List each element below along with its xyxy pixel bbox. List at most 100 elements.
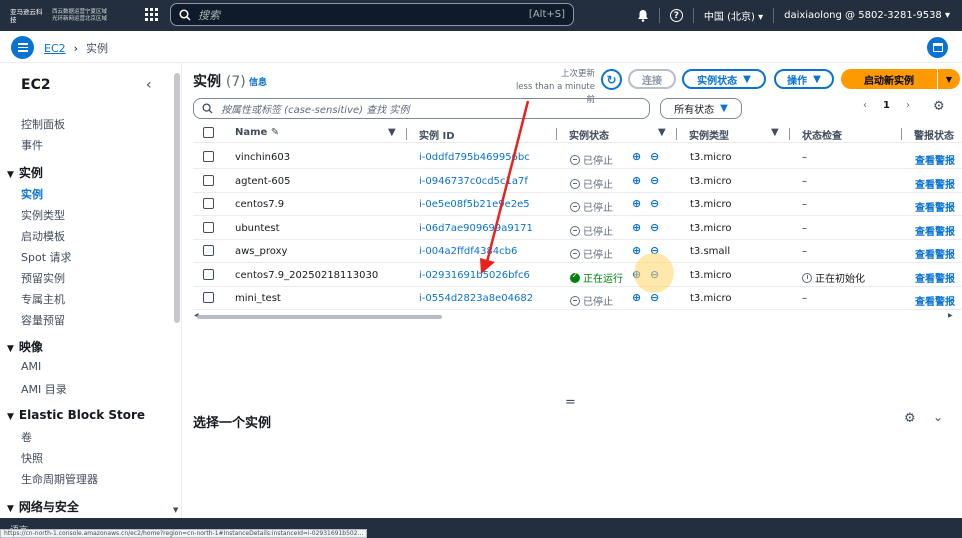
split-panel-handle[interactable]: = xyxy=(565,395,576,410)
sidebar-item[interactable]: 卷 xyxy=(21,429,32,445)
actions-dropdown[interactable]: 操作 ▼ xyxy=(774,69,834,89)
sidebar-item[interactable]: 实例类型 xyxy=(21,207,65,223)
sidebar-item[interactable]: 专属主机 xyxy=(21,291,65,307)
sidebar-section[interactable]: ▼ 映像 xyxy=(7,338,43,355)
table-row[interactable]: aws_proxy i-004a2ffdf4384cb6 已停止 ⊕ ⊖ t3.small… xyxy=(193,240,962,263)
view-alarm-link[interactable]: 查看警报 xyxy=(915,270,955,285)
zoom-out-icon[interactable]: ⊖ xyxy=(650,174,659,187)
bell-icon[interactable] xyxy=(637,9,649,22)
row-checkbox[interactable] xyxy=(203,151,214,162)
breadcrumb-ec2-link[interactable]: EC2 xyxy=(44,42,66,55)
sort-icon[interactable]: ▼ xyxy=(388,127,396,138)
help-icon[interactable]: ? xyxy=(669,9,683,22)
view-alarm-link[interactable]: 查看警报 xyxy=(915,246,955,261)
row-checkbox[interactable] xyxy=(203,174,214,186)
sidebar-item[interactable]: 预留实例 xyxy=(21,270,65,286)
column-header-instance-type[interactable]: 实例类型 xyxy=(689,127,729,142)
sidebar-item[interactable]: 实例 xyxy=(21,186,43,202)
select-all-checkbox[interactable] xyxy=(203,127,214,138)
zoom-out-icon[interactable]: ⊖ xyxy=(650,221,659,234)
table-row[interactable]: centos7.9 i-0e5e08f5b21e9e2e5 已停止 ⊕ ⊖ t3.micr… xyxy=(193,193,962,216)
logo-regions: 西云数据运营宁夏区域 光环新网运营北京区域 xyxy=(52,9,107,23)
zoom-in-icon[interactable]: ⊕ xyxy=(632,197,641,210)
sidebar-item[interactable]: 容量预留 xyxy=(21,312,65,328)
table-row[interactable]: vinchin603 i-0ddfd795b469956bc 已停止 ⊕ ⊖ t3.mic… xyxy=(193,146,962,169)
instance-id-link[interactable]: i-0554d2823a8e04682 xyxy=(419,293,533,304)
view-alarm-link[interactable]: 查看警报 xyxy=(915,176,955,191)
column-divider[interactable] xyxy=(556,128,557,140)
logo-line-2: 光环新网运营北京区域 xyxy=(52,16,108,22)
zoom-in-icon[interactable]: ⊕ xyxy=(632,291,641,304)
zoom-in-icon[interactable]: ⊕ xyxy=(632,244,641,257)
state-filter-select[interactable]: 所有状态 ▼ xyxy=(660,98,742,119)
column-divider[interactable] xyxy=(676,128,677,140)
prev-page-icon[interactable]: ‹ xyxy=(863,100,867,111)
column-divider[interactable] xyxy=(406,128,407,140)
table-row[interactable]: centos7.9_20250218113030 i-02931691b5026b… xyxy=(193,264,962,287)
column-header-instance-id[interactable]: 实例 ID xyxy=(419,127,455,142)
table-settings-icon[interactable]: ⚙ xyxy=(933,99,945,114)
row-checkbox[interactable] xyxy=(203,221,214,233)
connect-button[interactable]: 连接 xyxy=(628,69,676,89)
column-divider[interactable] xyxy=(901,128,902,140)
view-alarm-link[interactable]: 查看警报 xyxy=(915,199,955,214)
sidebar-close-icon[interactable]: ‹ xyxy=(146,77,152,93)
row-checkbox[interactable] xyxy=(203,268,214,280)
sort-icon[interactable]: ▼ xyxy=(658,127,666,138)
info-link[interactable]: 信息 xyxy=(249,75,267,88)
refresh-button[interactable]: ↻ xyxy=(601,69,622,90)
launch-instance-button[interactable]: 启动新实例 xyxy=(841,69,937,89)
sidebar-section[interactable]: ▼ Elastic Block Store xyxy=(7,408,145,422)
tools-panel-button[interactable] xyxy=(927,37,948,58)
instance-name: aws_proxy xyxy=(235,246,288,257)
sidebar-item[interactable]: Spot 请求 xyxy=(21,249,72,265)
sidebar-item[interactable]: AMI xyxy=(21,360,41,373)
services-grid-icon[interactable] xyxy=(145,8,158,21)
table-row[interactable]: ubuntest i-06d7ae909699a9171 已停止 ⊕ ⊖ t3.micro… xyxy=(193,217,962,240)
row-checkbox[interactable] xyxy=(203,198,214,209)
zoom-in-icon[interactable]: ⊕ xyxy=(632,174,641,187)
column-header-name[interactable]: Name ✎ xyxy=(235,127,279,138)
side-menu-toggle-button[interactable] xyxy=(11,36,34,59)
view-alarm-link[interactable]: 查看警报 xyxy=(915,293,955,308)
detail-settings-icon[interactable]: ⚙ xyxy=(904,411,916,426)
view-alarm-link[interactable]: 查看警报 xyxy=(915,152,955,167)
table-horizontal-scrollbar[interactable] xyxy=(197,315,442,319)
instance-filter-input[interactable]: 按属性或标签 (case-sensitive) 查找 实例 xyxy=(193,98,650,119)
row-checkbox[interactable] xyxy=(203,292,214,303)
zoom-out-icon[interactable]: ⊖ xyxy=(650,197,659,210)
sidebar-section[interactable]: ▼ 网络与安全 xyxy=(7,498,79,515)
column-header-status-check[interactable]: 状态检查 xyxy=(802,127,842,142)
global-search-input[interactable]: 搜索 [Alt+S] xyxy=(170,3,574,26)
view-alarm-link[interactable]: 查看警报 xyxy=(915,223,955,238)
sidebar-section[interactable]: ▼ 实例 xyxy=(7,164,43,181)
column-divider[interactable] xyxy=(789,128,790,140)
region-selector[interactable]: 中国 (北京) ▾ xyxy=(704,8,763,23)
sidebar-item[interactable]: 控制面板 xyxy=(21,116,65,132)
sort-icon[interactable]: ▼ xyxy=(771,127,779,138)
aws-logo[interactable]: 亚马逊云科技 西云数据运营宁夏区域 光环新网运营北京区域 xyxy=(10,6,134,26)
instance-state-dropdown[interactable]: 实例状态 ▼ xyxy=(682,69,766,89)
row-checkbox[interactable] xyxy=(203,245,214,256)
table-row[interactable]: mini_test i-0554d2823a8e04682 已停止 ⊕ ⊖ t3.micr… xyxy=(193,287,962,310)
scroll-right-icon[interactable]: ▶ xyxy=(948,312,953,319)
next-page-icon[interactable]: › xyxy=(906,100,910,111)
sidebar-item[interactable]: AMI 目录 xyxy=(21,381,67,397)
zoom-in-icon[interactable]: ⊕ xyxy=(632,150,641,163)
zoom-out-icon[interactable]: ⊖ xyxy=(650,150,659,163)
chevron-down-icon[interactable]: ⌄ xyxy=(933,410,943,424)
sidebar-scrollbar[interactable] xyxy=(174,73,180,323)
instance-state: 正在运行 xyxy=(570,270,623,285)
table-row[interactable]: agtent-605 i-0946737c0cd5c1a7f 已停止 ⊕ ⊖ t3.mic… xyxy=(193,170,962,193)
zoom-in-icon[interactable]: ⊕ xyxy=(632,221,641,234)
sidebar-item[interactable]: 启动模板 xyxy=(21,228,65,244)
column-header-alarm-status[interactable]: 警报状态 xyxy=(914,127,954,142)
sidebar-item[interactable]: 事件 xyxy=(21,137,43,153)
scroll-down-icon[interactable]: ▼ xyxy=(173,506,178,514)
sidebar-item[interactable]: 快照 xyxy=(21,450,43,466)
current-page[interactable]: 1 xyxy=(883,100,890,111)
launch-options-dropdown[interactable]: ▼ xyxy=(938,69,960,89)
column-header-instance-state[interactable]: 实例状态 xyxy=(569,127,609,142)
sidebar-item[interactable]: 生命周期管理器 xyxy=(21,471,98,487)
account-menu[interactable]: daixiaolong @ 5802-3281-9538 ▾ xyxy=(784,10,950,21)
